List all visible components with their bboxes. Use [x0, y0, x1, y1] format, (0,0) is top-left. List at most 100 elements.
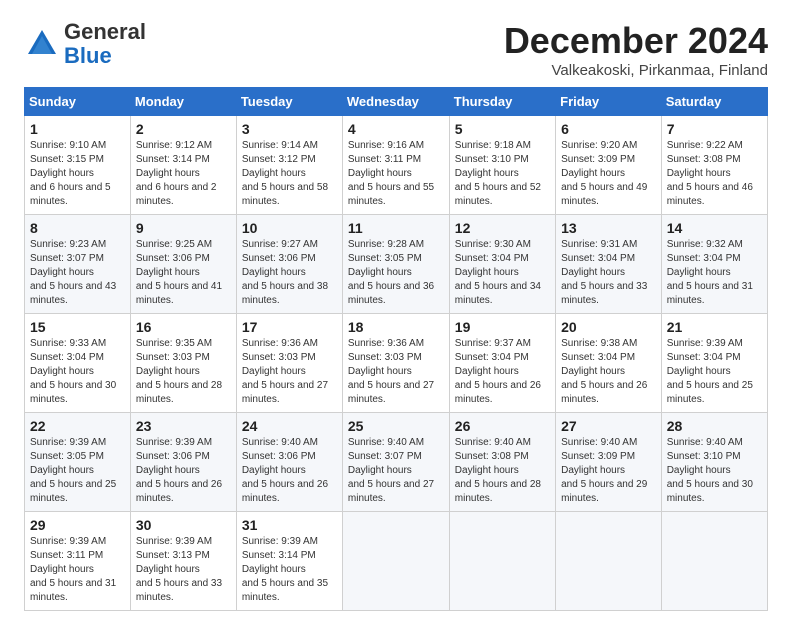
logo-icon	[24, 26, 60, 62]
table-row: 11 Sunrise: 9:28 AMSunset: 3:05 PMDaylig…	[342, 215, 449, 314]
day-number: 21	[667, 319, 762, 335]
table-row: 8 Sunrise: 9:23 AMSunset: 3:07 PMDayligh…	[25, 215, 131, 314]
day-info: Sunrise: 9:39 AMSunset: 3:06 PMDaylight …	[136, 437, 222, 504]
col-friday: Friday	[556, 88, 662, 116]
day-info: Sunrise: 9:25 AMSunset: 3:06 PMDaylight …	[136, 239, 222, 306]
calendar-week-1: 1 Sunrise: 9:10 AMSunset: 3:15 PMDayligh…	[25, 116, 768, 215]
table-row	[556, 512, 662, 611]
day-number: 15	[30, 319, 125, 335]
day-number: 27	[561, 418, 656, 434]
day-number: 8	[30, 220, 125, 236]
day-info: Sunrise: 9:39 AMSunset: 3:13 PMDaylight …	[136, 536, 222, 603]
day-number: 1	[30, 121, 125, 137]
day-info: Sunrise: 9:20 AMSunset: 3:09 PMDaylight …	[561, 140, 647, 207]
table-row: 21 Sunrise: 9:39 AMSunset: 3:04 PMDaylig…	[661, 314, 767, 413]
day-info: Sunrise: 9:27 AMSunset: 3:06 PMDaylight …	[242, 239, 328, 306]
day-number: 18	[348, 319, 444, 335]
day-info: Sunrise: 9:37 AMSunset: 3:04 PMDaylight …	[455, 338, 541, 405]
day-info: Sunrise: 9:23 AMSunset: 3:07 PMDaylight …	[30, 239, 116, 306]
logo-text: General Blue	[64, 20, 146, 68]
day-number: 5	[455, 121, 550, 137]
day-number: 9	[136, 220, 231, 236]
logo: General Blue	[24, 20, 146, 68]
table-row: 6 Sunrise: 9:20 AMSunset: 3:09 PMDayligh…	[556, 116, 662, 215]
day-info: Sunrise: 9:36 AMSunset: 3:03 PMDaylight …	[242, 338, 328, 405]
day-number: 26	[455, 418, 550, 434]
col-saturday: Saturday	[661, 88, 767, 116]
table-row: 14 Sunrise: 9:32 AMSunset: 3:04 PMDaylig…	[661, 215, 767, 314]
day-info: Sunrise: 9:35 AMSunset: 3:03 PMDaylight …	[136, 338, 222, 405]
page-header: General Blue December 2024 Valkeakoski, …	[24, 20, 768, 79]
table-row: 19 Sunrise: 9:37 AMSunset: 3:04 PMDaylig…	[449, 314, 555, 413]
day-info: Sunrise: 9:39 AMSunset: 3:04 PMDaylight …	[667, 338, 753, 405]
table-row: 12 Sunrise: 9:30 AMSunset: 3:04 PMDaylig…	[449, 215, 555, 314]
table-row: 7 Sunrise: 9:22 AMSunset: 3:08 PMDayligh…	[661, 116, 767, 215]
table-row	[342, 512, 449, 611]
table-row: 25 Sunrise: 9:40 AMSunset: 3:07 PMDaylig…	[342, 413, 449, 512]
day-info: Sunrise: 9:10 AMSunset: 3:15 PMDaylight …	[30, 140, 111, 207]
day-number: 24	[242, 418, 337, 434]
day-info: Sunrise: 9:39 AMSunset: 3:14 PMDaylight …	[242, 536, 328, 603]
table-row: 24 Sunrise: 9:40 AMSunset: 3:06 PMDaylig…	[236, 413, 342, 512]
day-number: 25	[348, 418, 444, 434]
day-info: Sunrise: 9:14 AMSunset: 3:12 PMDaylight …	[242, 140, 328, 207]
day-number: 3	[242, 121, 337, 137]
day-info: Sunrise: 9:32 AMSunset: 3:04 PMDaylight …	[667, 239, 753, 306]
table-row: 31 Sunrise: 9:39 AMSunset: 3:14 PMDaylig…	[236, 512, 342, 611]
table-row: 30 Sunrise: 9:39 AMSunset: 3:13 PMDaylig…	[130, 512, 236, 611]
table-row: 2 Sunrise: 9:12 AMSunset: 3:14 PMDayligh…	[130, 116, 236, 215]
calendar-week-3: 15 Sunrise: 9:33 AMSunset: 3:04 PMDaylig…	[25, 314, 768, 413]
day-number: 13	[561, 220, 656, 236]
logo-blue: Blue	[64, 43, 112, 68]
col-thursday: Thursday	[449, 88, 555, 116]
table-row	[449, 512, 555, 611]
day-number: 23	[136, 418, 231, 434]
day-info: Sunrise: 9:39 AMSunset: 3:11 PMDaylight …	[30, 536, 116, 603]
day-info: Sunrise: 9:12 AMSunset: 3:14 PMDaylight …	[136, 140, 217, 207]
day-info: Sunrise: 9:18 AMSunset: 3:10 PMDaylight …	[455, 140, 541, 207]
page-container: General Blue December 2024 Valkeakoski, …	[24, 20, 768, 611]
col-tuesday: Tuesday	[236, 88, 342, 116]
day-info: Sunrise: 9:40 AMSunset: 3:09 PMDaylight …	[561, 437, 647, 504]
day-number: 31	[242, 517, 337, 533]
table-row	[661, 512, 767, 611]
col-sunday: Sunday	[25, 88, 131, 116]
day-number: 14	[667, 220, 762, 236]
main-title: December 2024	[504, 20, 768, 62]
day-info: Sunrise: 9:30 AMSunset: 3:04 PMDaylight …	[455, 239, 541, 306]
day-number: 29	[30, 517, 125, 533]
day-number: 30	[136, 517, 231, 533]
day-info: Sunrise: 9:39 AMSunset: 3:05 PMDaylight …	[30, 437, 116, 504]
day-number: 22	[30, 418, 125, 434]
col-monday: Monday	[130, 88, 236, 116]
day-number: 4	[348, 121, 444, 137]
table-row: 20 Sunrise: 9:38 AMSunset: 3:04 PMDaylig…	[556, 314, 662, 413]
table-row: 27 Sunrise: 9:40 AMSunset: 3:09 PMDaylig…	[556, 413, 662, 512]
day-info: Sunrise: 9:16 AMSunset: 3:11 PMDaylight …	[348, 140, 434, 207]
calendar-week-4: 22 Sunrise: 9:39 AMSunset: 3:05 PMDaylig…	[25, 413, 768, 512]
day-number: 16	[136, 319, 231, 335]
day-number: 17	[242, 319, 337, 335]
col-wednesday: Wednesday	[342, 88, 449, 116]
logo-general: General	[64, 19, 146, 44]
day-number: 6	[561, 121, 656, 137]
day-number: 11	[348, 220, 444, 236]
day-info: Sunrise: 9:22 AMSunset: 3:08 PMDaylight …	[667, 140, 753, 207]
day-number: 7	[667, 121, 762, 137]
title-block: December 2024 Valkeakoski, Pirkanmaa, Fi…	[504, 20, 768, 79]
day-info: Sunrise: 9:38 AMSunset: 3:04 PMDaylight …	[561, 338, 647, 405]
subtitle: Valkeakoski, Pirkanmaa, Finland	[504, 62, 768, 79]
table-row: 18 Sunrise: 9:36 AMSunset: 3:03 PMDaylig…	[342, 314, 449, 413]
table-row: 29 Sunrise: 9:39 AMSunset: 3:11 PMDaylig…	[25, 512, 131, 611]
table-row: 5 Sunrise: 9:18 AMSunset: 3:10 PMDayligh…	[449, 116, 555, 215]
table-row: 3 Sunrise: 9:14 AMSunset: 3:12 PMDayligh…	[236, 116, 342, 215]
calendar-week-2: 8 Sunrise: 9:23 AMSunset: 3:07 PMDayligh…	[25, 215, 768, 314]
table-row: 1 Sunrise: 9:10 AMSunset: 3:15 PMDayligh…	[25, 116, 131, 215]
table-row: 17 Sunrise: 9:36 AMSunset: 3:03 PMDaylig…	[236, 314, 342, 413]
day-info: Sunrise: 9:40 AMSunset: 3:06 PMDaylight …	[242, 437, 328, 504]
day-info: Sunrise: 9:28 AMSunset: 3:05 PMDaylight …	[348, 239, 434, 306]
day-number: 28	[667, 418, 762, 434]
day-info: Sunrise: 9:33 AMSunset: 3:04 PMDaylight …	[30, 338, 116, 405]
day-info: Sunrise: 9:31 AMSunset: 3:04 PMDaylight …	[561, 239, 647, 306]
table-row: 26 Sunrise: 9:40 AMSunset: 3:08 PMDaylig…	[449, 413, 555, 512]
